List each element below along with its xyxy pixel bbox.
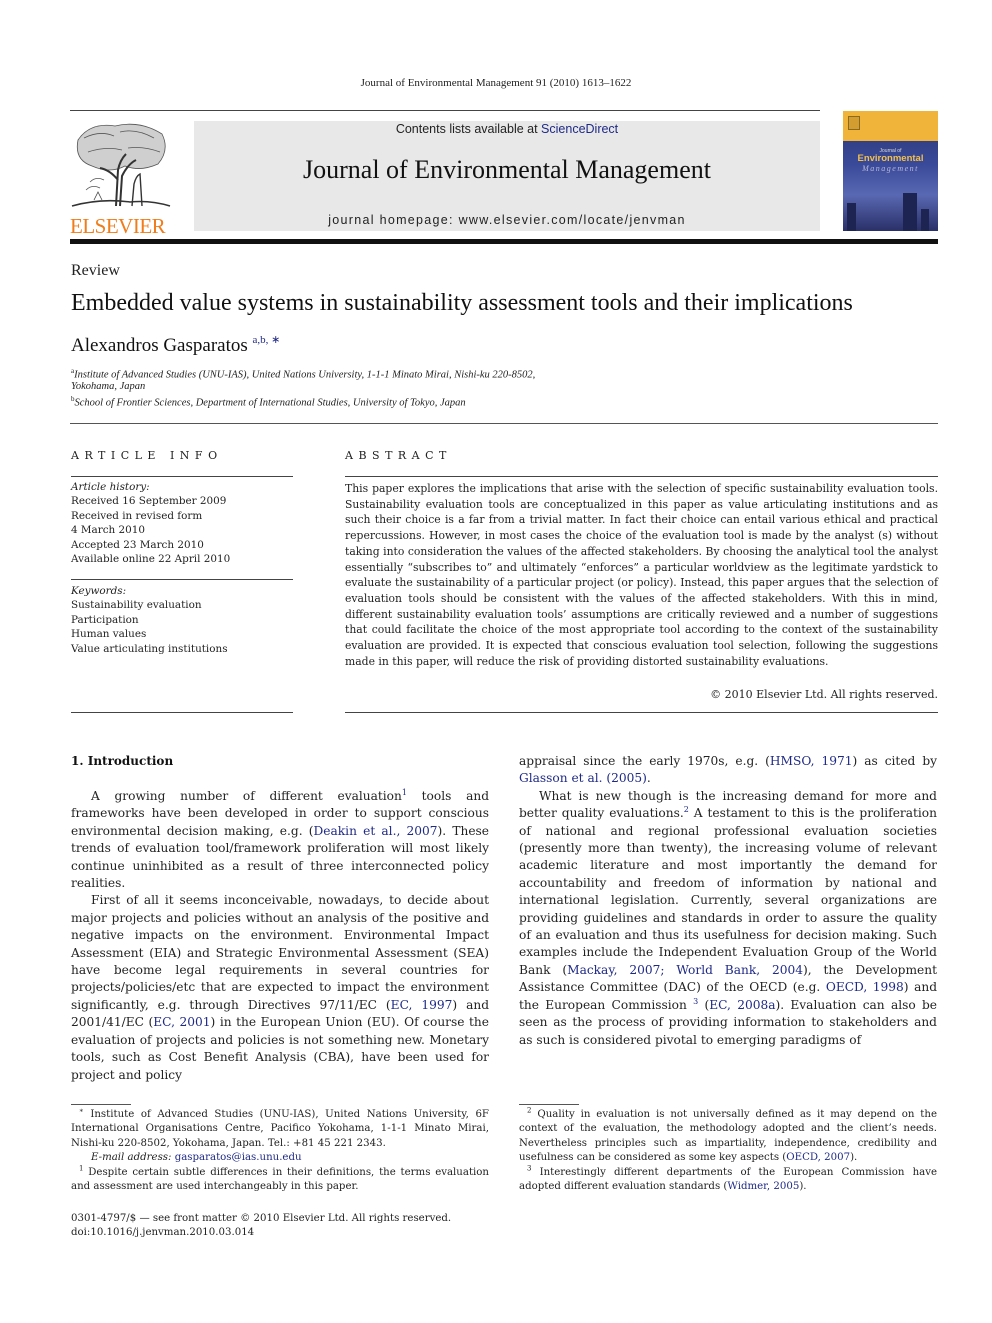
history-label: Article history: bbox=[71, 481, 150, 493]
abstract-rule bbox=[345, 476, 938, 477]
citation-link[interactable]: Deakin et al., 2007 bbox=[314, 824, 438, 838]
cover-subtitle: Management bbox=[862, 164, 919, 173]
header-thick-rule bbox=[70, 239, 938, 244]
affiliation-text: School of Frontier Sciences, Department … bbox=[74, 397, 466, 409]
footnote-text: Quality in evaluation is not universally… bbox=[519, 1109, 937, 1164]
text-run: appraisal since the early 1970s, e.g. ( bbox=[519, 754, 770, 768]
citation-link[interactable]: EC, 2001 bbox=[153, 1015, 210, 1029]
journal-title: Journal of Environmental Management bbox=[303, 155, 711, 184]
citation-link[interactable]: OECD, 2007 bbox=[786, 1152, 850, 1163]
footnote-3: 3 Interestingly different departments of… bbox=[519, 1165, 937, 1195]
history-item: Accepted 23 March 2010 bbox=[71, 538, 204, 551]
running-head: Journal of Environmental Management 91 (… bbox=[360, 77, 632, 89]
citation-link[interactable]: Widmer, 2005 bbox=[727, 1181, 799, 1192]
keyword-item: Participation bbox=[71, 613, 139, 626]
cover-elsevier-icon bbox=[848, 116, 860, 130]
history-item: 4 March 2010 bbox=[71, 524, 145, 537]
article-info-bottom-rule bbox=[71, 712, 293, 713]
affiliation-text: Yokohama, Japan bbox=[71, 380, 146, 392]
article-history: Article history: Received 16 September 2… bbox=[71, 480, 230, 566]
article-info-heading: ARTICLE INFO bbox=[71, 449, 223, 462]
text-run: ) as cited by bbox=[852, 754, 937, 768]
header-rule bbox=[70, 110, 820, 111]
cover-title: Environmental bbox=[857, 153, 924, 164]
abstract-copyright: © 2010 Elsevier Ltd. All rights reserved… bbox=[710, 688, 938, 701]
corresponding-author-link[interactable]: ∗ bbox=[271, 334, 280, 346]
body-column-left: A growing number of different evaluation… bbox=[71, 788, 489, 1084]
affiliation-text: Institute of Advanced Studies (UNU-IAS),… bbox=[74, 369, 536, 381]
text-run: . bbox=[646, 771, 651, 786]
text-run: First of all it seems inconceivable, now… bbox=[71, 893, 489, 1012]
front-matter: 0301-4797/$ — see front matter © 2010 El… bbox=[71, 1212, 451, 1241]
keywords: Keywords: Sustainability evaluation Part… bbox=[71, 584, 228, 656]
contents-prefix: Contents lists available at bbox=[395, 122, 542, 136]
author-name: Alexandros Gasparatos bbox=[71, 335, 248, 356]
history-item: Received in revised form bbox=[71, 509, 203, 522]
keywords-label: Keywords: bbox=[71, 585, 127, 597]
journal-banner: Contents lists available at ScienceDirec… bbox=[194, 121, 820, 231]
paragraph: appraisal since the early 1970s, e.g. (H… bbox=[519, 753, 937, 788]
keyword-item: Human values bbox=[71, 628, 147, 641]
keyword-item: Sustainability evaluation bbox=[71, 599, 202, 612]
article-info-rule bbox=[71, 476, 293, 477]
abstract-bottom-rule bbox=[345, 712, 938, 713]
paragraph: What is new though is the increasing dem… bbox=[519, 788, 937, 1049]
doi-link[interactable]: doi:10.1016/j.jenvman.2010.03.014 bbox=[71, 1226, 451, 1240]
footnote-text: ). bbox=[850, 1152, 858, 1164]
text-run: ( bbox=[698, 997, 710, 1012]
citation-link[interactable]: HMSO, 1971 bbox=[770, 754, 853, 768]
contents-line: Contents lists available at ScienceDirec… bbox=[194, 122, 820, 136]
sciencedirect-link[interactable]: ScienceDirect bbox=[541, 122, 618, 136]
citation-link[interactable]: EC, 1997 bbox=[391, 998, 453, 1012]
email-link[interactable]: gasparatos@ias.unu.edu bbox=[175, 1152, 302, 1163]
issn-line: 0301-4797/$ — see front matter © 2010 El… bbox=[71, 1213, 452, 1224]
footnote-rule-right bbox=[519, 1104, 579, 1105]
citation-link[interactable]: OECD, 1998 bbox=[826, 980, 904, 994]
paragraph: A growing number of different evaluation… bbox=[71, 788, 489, 892]
keyword-item: Value articulating institutions bbox=[71, 642, 228, 655]
email-label: E-mail address: bbox=[91, 1152, 175, 1164]
affiliation-a: aInstitute of Advanced Studies (UNU-IAS)… bbox=[71, 367, 535, 392]
footnote-email: E-mail address: gasparatos@ias.unu.edu bbox=[71, 1151, 489, 1165]
footnote-text: Institute of Advanced Studies (UNU-IAS),… bbox=[71, 1109, 489, 1149]
article-type: Review bbox=[71, 262, 120, 279]
cover-building-icon bbox=[847, 203, 856, 231]
text-run: A growing number of different evaluation bbox=[91, 789, 402, 803]
citation-link[interactable]: Mackay, 2007; World Bank, 2004 bbox=[567, 963, 803, 977]
section-heading-introduction: 1. Introduction bbox=[71, 754, 174, 768]
abstract-text: This paper explores the implications tha… bbox=[345, 482, 938, 668]
history-item: Available online 22 April 2010 bbox=[71, 553, 231, 566]
citation-link[interactable]: EC, 2008a bbox=[709, 998, 775, 1012]
history-item: Received 16 September 2009 bbox=[71, 495, 227, 508]
title-divider bbox=[70, 423, 938, 424]
footnotes-right: 2 Quality in evaluation is not universal… bbox=[519, 1107, 937, 1195]
footnote-text: ). bbox=[799, 1181, 807, 1193]
cover-building-icon bbox=[921, 209, 929, 231]
article-title: Embedded value systems in sustainability… bbox=[71, 290, 853, 316]
affiliation-links[interactable]: a,b, bbox=[253, 334, 269, 346]
tree-icon bbox=[71, 123, 171, 207]
abstract-heading: ABSTRACT bbox=[345, 449, 452, 462]
text-run: A testament to this is the proliferation… bbox=[519, 806, 937, 977]
footnote-1: 1 Despite certain subtle differences in … bbox=[71, 1165, 489, 1195]
journal-homepage-link[interactable]: journal homepage: www.elsevier.com/locat… bbox=[194, 213, 820, 227]
author-line: Alexandros Gasparatos a,b, ∗ bbox=[71, 334, 281, 357]
footnote-2: 2 Quality in evaluation is not universal… bbox=[519, 1107, 937, 1166]
footnote-rule-left bbox=[71, 1104, 131, 1105]
journal-cover-thumbnail[interactable]: Journal of Environmental Management bbox=[843, 111, 938, 231]
affiliation-b: bSchool of Frontier Sciences, Department… bbox=[71, 395, 466, 409]
footnotes-left: ∗ Institute of Advanced Studies (UNU-IAS… bbox=[71, 1107, 489, 1195]
footnote-text: Despite certain subtle differences in th… bbox=[71, 1166, 489, 1193]
cover-building-icon bbox=[903, 193, 917, 231]
body-column-right: appraisal since the early 1970s, e.g. (H… bbox=[519, 753, 937, 1049]
footnote-corresponding: ∗ Institute of Advanced Studies (UNU-IAS… bbox=[71, 1107, 489, 1151]
citation-link[interactable]: Glasson et al. (2005) bbox=[519, 771, 647, 785]
paragraph: First of all it seems inconceivable, now… bbox=[71, 892, 489, 1083]
elsevier-logo[interactable]: ELSEVIER bbox=[70, 120, 172, 237]
keywords-rule bbox=[71, 579, 293, 580]
author-affiliation-marks[interactable]: a,b, ∗ bbox=[253, 334, 281, 346]
elsevier-wordmark: ELSEVIER bbox=[70, 214, 166, 238]
